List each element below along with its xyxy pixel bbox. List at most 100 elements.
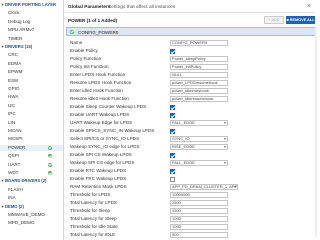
tree-item[interactable]: CRC bbox=[0, 52, 63, 58]
tree-item[interactable]: MCSPI bbox=[0, 136, 63, 142]
property-select[interactable]: APP_PD_DRAM_CLUSTER_1, APP_PD_DRAM_CLUST… bbox=[170, 184, 238, 190]
property-label: Policy Init Function bbox=[70, 64, 109, 69]
tree-item[interactable]: LIN bbox=[0, 120, 63, 126]
property-label: Enable SPI/CS_SYNC_IN Wakeup LPDS bbox=[70, 128, 155, 133]
property-input[interactable]: power_LPDSresumehook bbox=[170, 80, 228, 86]
scrollbar[interactable] bbox=[315, 27, 317, 237]
property-row: Enable UART Wakeup LPDS bbox=[66, 112, 317, 118]
property-checkbox[interactable] bbox=[170, 152, 175, 158]
tree-item[interactable]: HWA bbox=[0, 94, 63, 100]
tree-item[interactable]: UART bbox=[0, 162, 63, 168]
tree-item-label: MPD_DEMO bbox=[8, 220, 35, 226]
property-row: UART Wakeup Edge for LPDS FALL_EDGE bbox=[66, 120, 317, 126]
property-input[interactable]: 2500 bbox=[170, 200, 228, 206]
remove-all-button[interactable]: ■ REMOVE ALL bbox=[286, 16, 315, 24]
tree-item[interactable]: I2C bbox=[0, 103, 63, 109]
property-input[interactable]: NULL bbox=[170, 72, 228, 78]
status-ok-icon bbox=[48, 171, 52, 175]
property-row: Enable Policy bbox=[66, 48, 317, 54]
close-icon[interactable]: × bbox=[307, 3, 311, 10]
module-tree: ▾ DRIVER PORTING LAYER Clock Debug Log MPU A… bbox=[0, 0, 64, 240]
tree-item[interactable]: POWER bbox=[0, 144, 63, 151]
property-select[interactable]: FALL_EDGE bbox=[170, 120, 228, 126]
property-label: Enable RTC Wakeup LPDS bbox=[70, 168, 127, 173]
property-row: RAM Retention Mask LPDS APP_PD_DRAM_CLUST… bbox=[66, 184, 317, 190]
property-input[interactable]: 10000000 bbox=[170, 192, 228, 198]
tree-section[interactable]: ▾ DRIVER PORTING LAYER bbox=[0, 2, 56, 8]
status-ok-icon bbox=[48, 162, 52, 167]
tree-item[interactable]: WDT bbox=[0, 170, 63, 176]
property-select[interactable]: SYNC_IO bbox=[170, 136, 228, 142]
property-input[interactable]: CONFIG_POWER0 bbox=[170, 40, 228, 46]
tree-item-label: ESM bbox=[8, 77, 18, 83]
property-input[interactable]: 1000 bbox=[170, 216, 228, 222]
property-input[interactable]: Power_initPolicy bbox=[170, 64, 228, 70]
instance-count-label: POWER (1 of 1 Added) bbox=[68, 18, 118, 23]
property-checkbox[interactable] bbox=[170, 176, 175, 182]
tree-item[interactable]: ESM bbox=[0, 78, 63, 84]
property-row: Total Latency for LPDS 2500 bbox=[66, 200, 317, 206]
tree-item[interactable]: INA bbox=[0, 195, 63, 201]
property-label: Enter LPDS Hook Function bbox=[70, 72, 126, 77]
plus-icon: + bbox=[268, 18, 271, 22]
property-label: Enter idle2 Hook Function bbox=[70, 88, 123, 93]
global-parameters-bar[interactable]: Global Parameters Settings that affect a… bbox=[66, 2, 315, 13]
tree-item[interactable]: GPIO bbox=[0, 86, 63, 92]
remove-icon: ■ bbox=[286, 18, 289, 22]
property-label: Name bbox=[70, 40, 83, 45]
property-row: Enable RTC Wakeup LPDS bbox=[66, 168, 317, 174]
tree-section[interactable]: ▾ BOARD DRIVERS (2) bbox=[0, 178, 46, 184]
tree-section[interactable]: ▾ DRIVERS (15) bbox=[0, 44, 32, 50]
property-input[interactable]: 1000 bbox=[170, 224, 228, 230]
property-input[interactable]: Power_sleepPolicy bbox=[170, 56, 228, 62]
property-label: Enable UART Wakeup LPDS bbox=[70, 112, 130, 117]
tree-item[interactable]: FLASH bbox=[0, 187, 63, 193]
property-checkbox[interactable] bbox=[170, 48, 175, 54]
property-row: Resume idle3 Hook Function power_idleresu… bbox=[66, 96, 317, 102]
property-input[interactable]: power_idleentryhook bbox=[170, 88, 228, 94]
property-label: Threshold for Idle State bbox=[70, 224, 118, 229]
tree-item[interactable]: IPC bbox=[0, 111, 63, 117]
property-select[interactable]: RISE_EDGE bbox=[170, 144, 228, 150]
property-select[interactable]: FALL_EDGE bbox=[170, 160, 228, 166]
property-label: Policy Function bbox=[70, 56, 102, 61]
tree-section-label: DRIVER PORTING LAYER bbox=[5, 2, 57, 7]
tree-item-label: I2C bbox=[8, 102, 16, 108]
tree-item-label: Debug Log bbox=[8, 18, 31, 24]
property-checkbox[interactable] bbox=[170, 128, 175, 134]
tree-item[interactable]: MPD_DEMO bbox=[0, 220, 63, 226]
tree-item[interactable]: MPU ARMv7 bbox=[0, 27, 63, 33]
property-label: Total Latency for IDLE bbox=[70, 232, 116, 237]
config-panel: Global Parameters Settings that affect a… bbox=[66, 0, 317, 240]
tree-item[interactable]: MCAN bbox=[0, 128, 63, 134]
status-ok-icon bbox=[48, 154, 52, 159]
property-input[interactable]: 500 bbox=[170, 232, 228, 238]
add-button[interactable]: + ADD bbox=[264, 16, 284, 24]
tree-section[interactable]: ▾ DEMO (2) bbox=[0, 204, 23, 210]
property-input[interactable]: 1500 bbox=[170, 208, 228, 214]
property-checkbox[interactable] bbox=[170, 168, 175, 174]
property-checkbox[interactable] bbox=[170, 104, 175, 110]
tree-item[interactable]: MMWAVE_DEMO bbox=[0, 212, 63, 218]
tree-item-label: FLASH bbox=[8, 186, 23, 192]
tree-item-label: MCAN bbox=[8, 128, 22, 133]
tree-item[interactable]: Debug Log bbox=[0, 19, 63, 25]
tree-item[interactable]: EDMA bbox=[0, 61, 63, 67]
property-row: Select SPI/CS or SYNC_IO LPDS SYNC_IO bbox=[66, 136, 317, 142]
tree-item[interactable]: TIMER bbox=[0, 36, 63, 42]
instance-list-item[interactable]: CONFIG_POWER0 bbox=[66, 27, 316, 36]
property-row: Threshold for LPDS 10000000 bbox=[66, 192, 317, 198]
property-checkbox[interactable] bbox=[170, 112, 175, 118]
property-row: Wakeup SYNC_IO edge for LPDS RISE_EDGE bbox=[66, 144, 317, 150]
tree-item[interactable]: QSPI bbox=[0, 153, 63, 159]
property-row: Wakeup SPI CS edge for LPDS FALL_EDGE bbox=[66, 160, 317, 166]
status-ok-icon bbox=[48, 145, 52, 150]
property-input[interactable]: power_idleresumehook bbox=[170, 96, 228, 102]
tree-item[interactable]: Clock bbox=[0, 10, 63, 16]
tree-item-label: INA bbox=[8, 195, 16, 201]
property-row: Resume LPDS Hook Function power_LPDSresum… bbox=[66, 80, 317, 86]
tree-item[interactable]: EPWM bbox=[0, 69, 63, 75]
tree-item-label: Clock bbox=[8, 10, 20, 16]
tree-item-label: MMWAVE_DEMO bbox=[8, 212, 46, 217]
tree-item-label: MCSPI bbox=[8, 136, 23, 142]
